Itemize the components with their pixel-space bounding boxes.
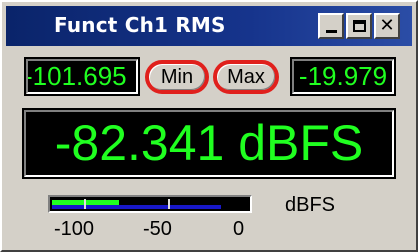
maximize-button[interactable] [346,13,372,39]
bargraph-tick [84,199,86,209]
title-bar[interactable]: Funct Ch1 RMS ✕ [6,6,412,46]
bargraph-blue-fill [52,205,221,209]
scale-label-mid: -50 [143,218,172,240]
bargraph-unit-label: dBFS [285,194,336,216]
minimize-icon [325,29,337,33]
window-title: Funct Ch1 RMS [54,13,226,37]
scale-label-max: 0 [233,218,245,240]
close-icon: ✕ [379,15,395,36]
minimize-button[interactable] [318,13,344,39]
max-value-readout: -19.979 [290,57,396,96]
close-button[interactable]: ✕ [374,13,400,39]
main-level-readout: -82.341 dBFS [22,108,396,179]
maximize-icon [352,20,366,32]
min-value-readout: -101.695 [24,57,140,96]
max-button[interactable]: Max [213,60,279,94]
level-bargraph [48,195,252,213]
scale-label-min: -100 [54,218,95,240]
bargraph-tick [168,199,170,209]
rms-meter-window: Funct Ch1 RMS ✕ -101.695 Min Max -19.979… [0,0,418,252]
min-button[interactable]: Min [145,60,209,94]
